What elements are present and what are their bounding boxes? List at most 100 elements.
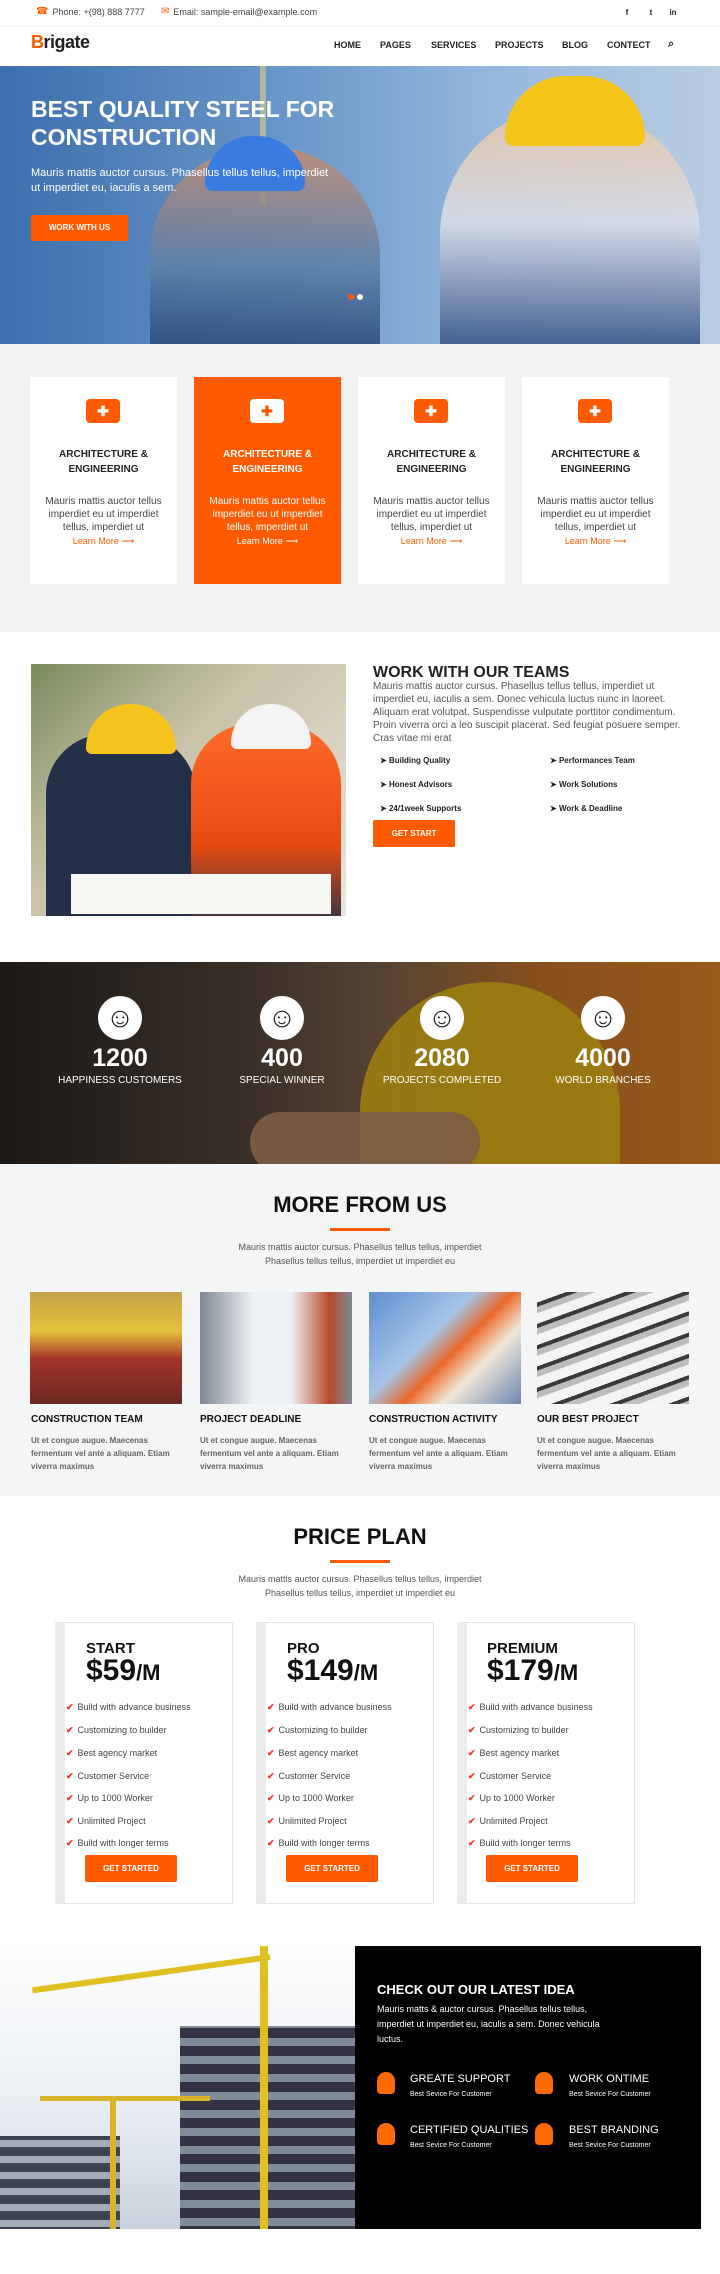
email-icon: ✉: [161, 6, 170, 17]
project-title[interactable]: CONSTRUCTION TEAM: [31, 1414, 143, 1425]
get-started-button[interactable]: GET STARTED: [85, 1855, 177, 1882]
check-icon: ✔: [468, 1838, 476, 1848]
check-icon: ✔: [267, 1725, 275, 1735]
plan-feature: ✔ Build with advance business: [468, 1702, 593, 1712]
nav-contect[interactable]: CONTECT: [607, 40, 651, 50]
feature-text: Mauris mattis auctor tellus imperdiet eu…: [537, 496, 654, 533]
ambulance-icon: ✚: [86, 399, 120, 423]
title-underline: [330, 1560, 390, 1563]
plan-price: $59/M: [86, 1654, 161, 1687]
search-icon[interactable]: ⌕: [668, 38, 674, 51]
photo-crane-jib: [31, 1954, 271, 1994]
learn-more-link[interactable]: Learn More ⟶: [522, 536, 669, 547]
team-feature-item: ➤ Work Solutions: [550, 780, 618, 789]
check-icon: ✔: [468, 1725, 476, 1735]
plan-feature: ✔ Up to 1000 Worker: [468, 1793, 555, 1803]
feature-text: Mauris mattis auctor tellus imperdiet eu…: [45, 496, 162, 533]
phone-text: Phone: +(98) 888 7777: [52, 6, 145, 17]
idea-feature-sub: Best Sevice For Customer: [410, 2142, 492, 2149]
plan-feature: ✔ Best agency market: [66, 1748, 158, 1758]
idea-feature-title: BEST BRANDING: [569, 2124, 659, 2136]
facebook-icon[interactable]: f: [620, 6, 634, 20]
twitter-icon[interactable]: t: [644, 6, 658, 20]
check-icon: ✔: [267, 1793, 275, 1803]
plan-feature: ✔ Build with advance business: [267, 1702, 392, 1712]
logo[interactable]: Brigate: [31, 32, 90, 53]
stat-label: PROJECTS COMPLETED: [382, 1075, 502, 1086]
project-title[interactable]: CONSTRUCTION ACTIVITY: [369, 1414, 498, 1425]
work-with-us-button[interactable]: WORK WITH US: [31, 215, 128, 241]
photo-helmet-white: [231, 704, 311, 749]
project-image-helmets[interactable]: [30, 1292, 182, 1404]
plan-feature: ✔ Customizing to builder: [267, 1725, 368, 1735]
email-text: Email: sample-email@example.com: [173, 6, 318, 17]
smile-icon: ☺: [260, 996, 304, 1040]
bulb-icon: [377, 2072, 395, 2094]
hero-helmet-yellow: [505, 76, 645, 146]
pricing-text: Mauris mattis auctor cursus. Phasellus t…: [238, 1574, 482, 1598]
check-icon: ✔: [468, 1793, 476, 1803]
nav-services[interactable]: SERVICES: [431, 40, 476, 50]
bulb-icon: [535, 2123, 553, 2145]
smile-icon: ☺: [98, 996, 142, 1040]
check-icon: ✔: [66, 1838, 74, 1848]
project-title[interactable]: OUR BEST PROJECT: [537, 1414, 639, 1425]
ambulance-icon: ✚: [578, 399, 612, 423]
stat-number: 4000: [575, 1044, 631, 1072]
slider-dot[interactable]: [357, 294, 363, 300]
plan-price: $179/M: [487, 1654, 579, 1687]
check-icon: ✔: [468, 1748, 476, 1758]
slider-dot-active[interactable]: [348, 294, 354, 300]
stat-label: WORLD BRANCHES: [555, 1075, 651, 1086]
check-icon: ✔: [66, 1702, 74, 1712]
top-bar: ☎ Phone: +(98) 888 7777 ✉ Email: sample-…: [0, 0, 720, 26]
feature-card-active[interactable]: ✚ ARCHITECTURE & ENGINEERING Mauris matt…: [194, 377, 341, 584]
feature-card[interactable]: ✚ ARCHITECTURE & ENGINEERING Mauris matt…: [522, 377, 669, 584]
stat-item: ☺ 1200 HAPPINESS CUSTOMERS: [40, 996, 200, 1086]
check-icon: ✔: [66, 1725, 74, 1735]
logo-text: rigate: [43, 32, 91, 52]
project-image-tower[interactable]: [537, 1292, 689, 1404]
plan-feature: ✔ Customer Service: [66, 1771, 150, 1781]
get-start-button[interactable]: GET START: [373, 820, 455, 847]
plan-feature: ✔ Best agency market: [267, 1748, 359, 1758]
project-title[interactable]: PROJECT DEADLINE: [200, 1414, 301, 1425]
photo-crane-tower-small: [110, 2096, 116, 2229]
feature-card[interactable]: ✚ ARCHITECTURE & ENGINEERING Mauris matt…: [358, 377, 505, 584]
feature-text: Mauris mattis auctor tellus imperdiet eu…: [209, 496, 326, 533]
learn-more-link[interactable]: Learn More ⟶: [194, 536, 341, 547]
check-icon: ✔: [267, 1702, 275, 1712]
project-image-engineer[interactable]: [200, 1292, 352, 1404]
get-started-button[interactable]: GET STARTED: [486, 1855, 578, 1882]
learn-more-link[interactable]: Learn More ⟶: [30, 536, 177, 547]
check-icon: ✔: [66, 1793, 74, 1803]
teams-text: Mauris mattis auctor cursus. Phasellus t…: [373, 681, 681, 744]
linkedin-icon[interactable]: in: [666, 6, 680, 20]
feature-title: ARCHITECTURE & ENGINEERING: [59, 449, 148, 475]
plan-feature: ✔ Customer Service: [468, 1771, 552, 1781]
pricing-title: PRICE PLAN: [293, 1524, 427, 1549]
feature-card[interactable]: ✚ ARCHITECTURE & ENGINEERING Mauris matt…: [30, 377, 177, 584]
nav-projects[interactable]: PROJECTS: [495, 40, 544, 50]
ambulance-icon: ✚: [414, 399, 448, 423]
stat-label: HAPPINESS CUSTOMERS: [58, 1075, 182, 1086]
hero-text: Mauris mattis auctor cursus. Phasellus t…: [31, 167, 329, 194]
stat-number: 1200: [92, 1044, 148, 1072]
check-icon: ✔: [267, 1771, 275, 1781]
stat-number: 2080: [414, 1044, 470, 1072]
team-feature-item: ➤ Building Quality: [380, 756, 451, 765]
nav-blog[interactable]: BLOG: [562, 40, 588, 50]
photo-crane-tower: [260, 1946, 268, 2229]
get-started-button[interactable]: GET STARTED: [286, 1855, 378, 1882]
nav-home[interactable]: HOME: [334, 40, 361, 50]
plan-feature: ✔ Customizing to builder: [468, 1725, 569, 1735]
plan-feature: ✔ Customer Service: [267, 1771, 351, 1781]
project-image-buildings[interactable]: [369, 1292, 521, 1404]
feature-title: ARCHITECTURE & ENGINEERING: [387, 449, 476, 475]
feature-title: ARCHITECTURE & ENGINEERING: [223, 449, 312, 475]
team-feature-item: ➤ 24/1week Supports: [380, 804, 462, 813]
smile-icon: ☺: [420, 996, 464, 1040]
learn-more-link[interactable]: Learn More ⟶: [358, 536, 505, 547]
more-text: Mauris mattis auctor cursus. Phasellus t…: [238, 1242, 482, 1266]
nav-pages[interactable]: PAGES: [380, 40, 411, 50]
